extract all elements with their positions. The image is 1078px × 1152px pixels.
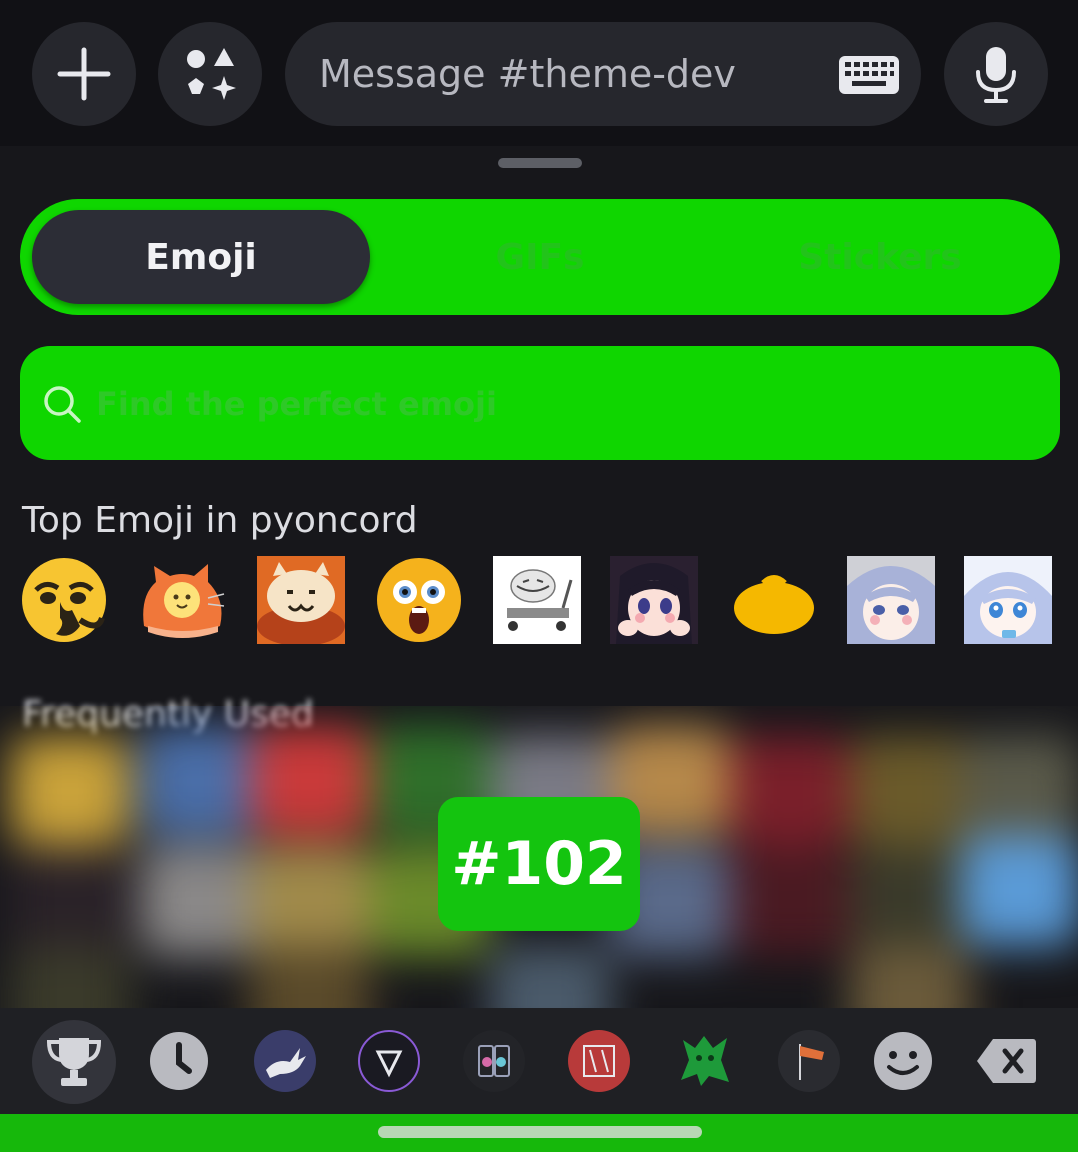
apps-icon bbox=[187, 48, 236, 100]
apps-button[interactable] bbox=[158, 22, 262, 126]
emoji-orange-cat-blob[interactable] bbox=[138, 556, 226, 644]
phone-cat-icon bbox=[463, 1030, 525, 1092]
home-gesture-pill[interactable] bbox=[378, 1126, 702, 1138]
message-input-container[interactable] bbox=[285, 22, 921, 126]
top-emoji-title: Top Emoji in pyoncord bbox=[22, 500, 418, 541]
plus-icon bbox=[57, 47, 111, 101]
emoji-anime-girl-cheeks[interactable] bbox=[610, 556, 698, 644]
category-recent[interactable] bbox=[148, 1030, 210, 1092]
windsock-icon bbox=[778, 1030, 840, 1092]
message-composer bbox=[0, 0, 1078, 146]
backspace-icon bbox=[977, 1039, 1036, 1083]
drag-handle[interactable] bbox=[498, 158, 582, 168]
category-server-red[interactable] bbox=[568, 1030, 630, 1092]
emoji-shocked-face[interactable] bbox=[375, 556, 463, 644]
trophy-icon bbox=[46, 1038, 102, 1086]
emoji-anime-girl-blush[interactable] bbox=[847, 556, 935, 644]
smiley-icon bbox=[874, 1032, 932, 1090]
message-input[interactable] bbox=[319, 50, 819, 98]
emoji-yellow-blob[interactable] bbox=[730, 556, 818, 644]
emoji-nuke-cat[interactable] bbox=[257, 556, 345, 644]
emoji-category-bar bbox=[0, 1008, 1078, 1114]
emoji-search-input[interactable] bbox=[96, 382, 796, 426]
top-emoji-row bbox=[20, 556, 1060, 644]
search-icon bbox=[44, 386, 81, 423]
green-creature-icon bbox=[681, 1036, 729, 1086]
backspace-button[interactable] bbox=[975, 1030, 1037, 1092]
v-logo-icon bbox=[358, 1030, 420, 1092]
tab-gifs[interactable]: GIFs bbox=[440, 210, 640, 304]
red-server-icon bbox=[568, 1030, 630, 1092]
system-navigation-bar bbox=[0, 1114, 1078, 1152]
tab-emoji[interactable]: Emoji bbox=[32, 210, 370, 304]
emoji-trollface-cart[interactable] bbox=[493, 556, 581, 644]
clock-icon bbox=[150, 1032, 208, 1090]
emoji-gigachad-face[interactable] bbox=[20, 556, 108, 644]
voice-message-button[interactable] bbox=[944, 22, 1048, 126]
screenshot-number-badge: #102 bbox=[438, 797, 640, 931]
category-people[interactable] bbox=[872, 1030, 934, 1092]
category-server-phone-cat[interactable] bbox=[463, 1030, 525, 1092]
picker-tabs: Emoji GIFs Stickers bbox=[20, 199, 1060, 315]
category-server-rabbit[interactable] bbox=[254, 1030, 316, 1092]
add-attachment-button[interactable] bbox=[32, 22, 136, 126]
keyboard-icon[interactable] bbox=[838, 55, 900, 95]
category-server-v[interactable] bbox=[358, 1030, 420, 1092]
category-server-green[interactable] bbox=[673, 1030, 735, 1092]
emoji-anime-girl-stare[interactable] bbox=[964, 556, 1052, 644]
tab-stickers[interactable]: Stickers bbox=[780, 210, 980, 304]
emoji-search-bar[interactable] bbox=[20, 346, 1060, 460]
rabbit-icon bbox=[254, 1030, 316, 1092]
category-server-windsock[interactable] bbox=[778, 1030, 840, 1092]
category-top[interactable] bbox=[43, 1030, 105, 1092]
microphone-icon bbox=[976, 47, 1016, 103]
